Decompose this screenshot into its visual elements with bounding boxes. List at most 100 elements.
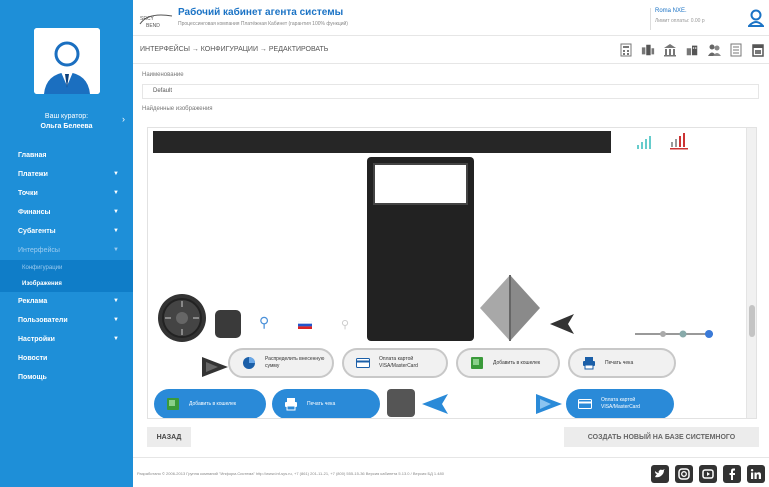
- square-button-image[interactable]: [215, 310, 241, 338]
- curator-info[interactable]: Ваш куратор: Ольга Белеева: [0, 112, 133, 132]
- breadcrumb[interactable]: ИНТЕРФЕЙСЫ → КОНФИГУРАЦИИ → РЕДАКТИРОВАТ…: [140, 46, 328, 53]
- action-bar: НАЗАД СОЗДАТЬ НОВЫЙ НА БАЗЕ СИСТЕМНОГО: [142, 425, 759, 447]
- play-arrow-icon[interactable]: [200, 355, 230, 379]
- building-icon[interactable]: [685, 43, 699, 57]
- sidebar-item-label: Помощь: [18, 374, 47, 381]
- company-logo: SRCY BEND: [139, 14, 173, 29]
- sidebar-item-settings[interactable]: Настройки ▼: [0, 330, 133, 349]
- search-icon[interactable]: ⚲: [259, 314, 269, 331]
- bank-icon[interactable]: [663, 43, 677, 57]
- sidebar-item-subagents[interactable]: Субагенты ▼: [0, 222, 133, 241]
- user-icon[interactable]: [748, 9, 764, 27]
- name-field[interactable]: Default: [142, 84, 759, 99]
- pay-card-blue-button[interactable]: Оплата картой VISA/MasterCard: [566, 389, 674, 418]
- image-gallery[interactable]: ⚲ ⚲ Распределить внесенную сумму Оплата …: [147, 127, 757, 419]
- avatar: [34, 28, 100, 94]
- sidebar-item-label: Субагенты: [18, 228, 56, 235]
- twitter-icon[interactable]: [651, 465, 669, 483]
- flag-icon[interactable]: [298, 321, 312, 329]
- slider-beads-image[interactable]: [633, 328, 715, 340]
- terminal-screen: [373, 163, 468, 205]
- svg-text:BEND: BEND: [146, 23, 160, 29]
- terminal-icon[interactable]: [641, 43, 655, 57]
- pay-card-label: Оплата картой VISA/MasterCard: [379, 356, 418, 369]
- terminal-image[interactable]: [367, 157, 474, 341]
- create-from-system-button[interactable]: СОЗДАТЬ НОВЫЙ НА БАЗЕ СИСТЕМНОГО: [564, 427, 759, 447]
- blue-arrow-left-icon[interactable]: [420, 393, 450, 415]
- sidebar-item-label: Новости: [18, 355, 48, 362]
- sidebar-item-label: Платежи: [18, 171, 48, 178]
- signal-red-icon[interactable]: [668, 131, 692, 151]
- document-icon[interactable]: [729, 43, 743, 57]
- sidebar-subitem-configurations[interactable]: Конфигурации: [0, 260, 133, 276]
- sidebar-item-ads[interactable]: Реклама ▼: [0, 292, 133, 311]
- wallet-icon: [167, 398, 179, 410]
- footer-text: Разработано © 2006-2013 Группа компаний …: [137, 471, 444, 476]
- print-check-button[interactable]: Печать чека: [568, 348, 676, 378]
- signal-icon[interactable]: [636, 134, 656, 150]
- pie-chart-icon: [243, 357, 255, 369]
- sidebar-item-news[interactable]: Новости: [0, 349, 133, 368]
- chevron-down-icon: ▼: [113, 228, 119, 234]
- sidebar-item-label: Пользователи: [18, 317, 68, 324]
- facebook-icon[interactable]: [723, 465, 741, 483]
- sidebar-item-users[interactable]: Пользователи ▼: [0, 311, 133, 330]
- distribute-sum-button[interactable]: Распределить внесенную сумму: [228, 348, 334, 378]
- chevron-down-icon: ▼: [113, 190, 119, 196]
- chevron-down-icon: ▼: [113, 209, 119, 215]
- calculator-icon[interactable]: [619, 43, 633, 57]
- sidebar-subitem-images[interactable]: Изображения: [0, 276, 133, 292]
- printer-icon: [583, 357, 595, 370]
- header-strip-image[interactable]: [153, 131, 611, 153]
- sidebar-menu: Главная Платежи ▼ Точки ▼ Финансы ▼ Субаген…: [0, 146, 133, 387]
- arrow-left-icon[interactable]: [548, 312, 576, 336]
- youtube-icon[interactable]: [699, 465, 717, 483]
- add-wallet-button[interactable]: Добавить в кошелек: [456, 348, 560, 378]
- chevron-down-icon: ▼: [113, 171, 119, 177]
- sidebar-item-payments[interactable]: Платежи ▼: [0, 165, 133, 184]
- curator-name: Ольга Белеева: [40, 123, 93, 130]
- sidebar-item-interfaces[interactable]: Интерфейсы ▼: [0, 241, 133, 260]
- linkedin-icon[interactable]: [747, 465, 765, 483]
- chevron-right-icon[interactable]: ›: [122, 114, 125, 124]
- sidebar-item-label: Главная: [18, 152, 47, 159]
- print-check-blue-label: Печать чека: [307, 400, 336, 407]
- printer-icon: [285, 398, 297, 411]
- footer: Разработано © 2006-2013 Группа компаний …: [133, 457, 769, 487]
- top-header: SRCY BEND Рабочий кабинет агента системы…: [133, 0, 769, 36]
- wallet-icon: [471, 357, 483, 369]
- users-icon[interactable]: [707, 43, 721, 57]
- images-label: Найденные изображения: [142, 106, 213, 112]
- breadcrumb-bar: ИНТЕРФЕЙСЫ → КОНФИГУРАЦИИ → РЕДАКТИРОВАТ…: [133, 37, 769, 64]
- app-title: Рабочий кабинет агента системы: [178, 7, 344, 18]
- sidebar-item-label: Конфигурации: [22, 265, 63, 271]
- chevron-down-icon: ▼: [113, 298, 119, 304]
- diamond-arrows-image[interactable]: [478, 273, 542, 343]
- spinner-icon[interactable]: ⚲: [341, 318, 349, 331]
- dial-image[interactable]: [154, 293, 210, 343]
- chevron-down-icon: ▼: [113, 336, 119, 342]
- add-wallet-label: Добавить в кошелек: [493, 359, 541, 366]
- pay-card-blue-label: Оплата картой VISA/MasterCard: [601, 397, 640, 410]
- instagram-icon[interactable]: [675, 465, 693, 483]
- user-name[interactable]: Roma NXE.: [655, 8, 730, 14]
- pay-card-button[interactable]: Оплата картой VISA/MasterCard: [342, 348, 448, 378]
- scrollbar-thumb[interactable]: [749, 305, 755, 337]
- add-wallet-blue-button[interactable]: Добавить в кошелек: [154, 389, 266, 418]
- sidebar-item-main[interactable]: Главная: [0, 146, 133, 165]
- sidebar-item-finance[interactable]: Финансы ▼: [0, 203, 133, 222]
- config-form: Наименование Default Найденные изображен…: [142, 72, 759, 118]
- user-menu[interactable]: Roma NXE. Лимит оплаты: 0.00 р: [650, 8, 730, 30]
- add-wallet-blue-label: Добавить в кошелек: [189, 400, 237, 407]
- calendar-icon[interactable]: [751, 43, 765, 57]
- sidebar-item-label: Финансы: [18, 209, 51, 216]
- grey-square-image[interactable]: [387, 389, 415, 417]
- blue-arrow-right-icon[interactable]: [534, 393, 564, 415]
- sidebar-item-points[interactable]: Точки ▼: [0, 184, 133, 203]
- chevron-down-icon: ▼: [113, 317, 119, 323]
- print-check-blue-button[interactable]: Печать чека: [272, 389, 380, 418]
- sidebar-item-help[interactable]: Помощь: [0, 368, 133, 387]
- back-button[interactable]: НАЗАД: [147, 427, 191, 447]
- gallery-scrollbar[interactable]: [746, 128, 756, 418]
- curator-label: Ваш куратор:: [44, 113, 89, 120]
